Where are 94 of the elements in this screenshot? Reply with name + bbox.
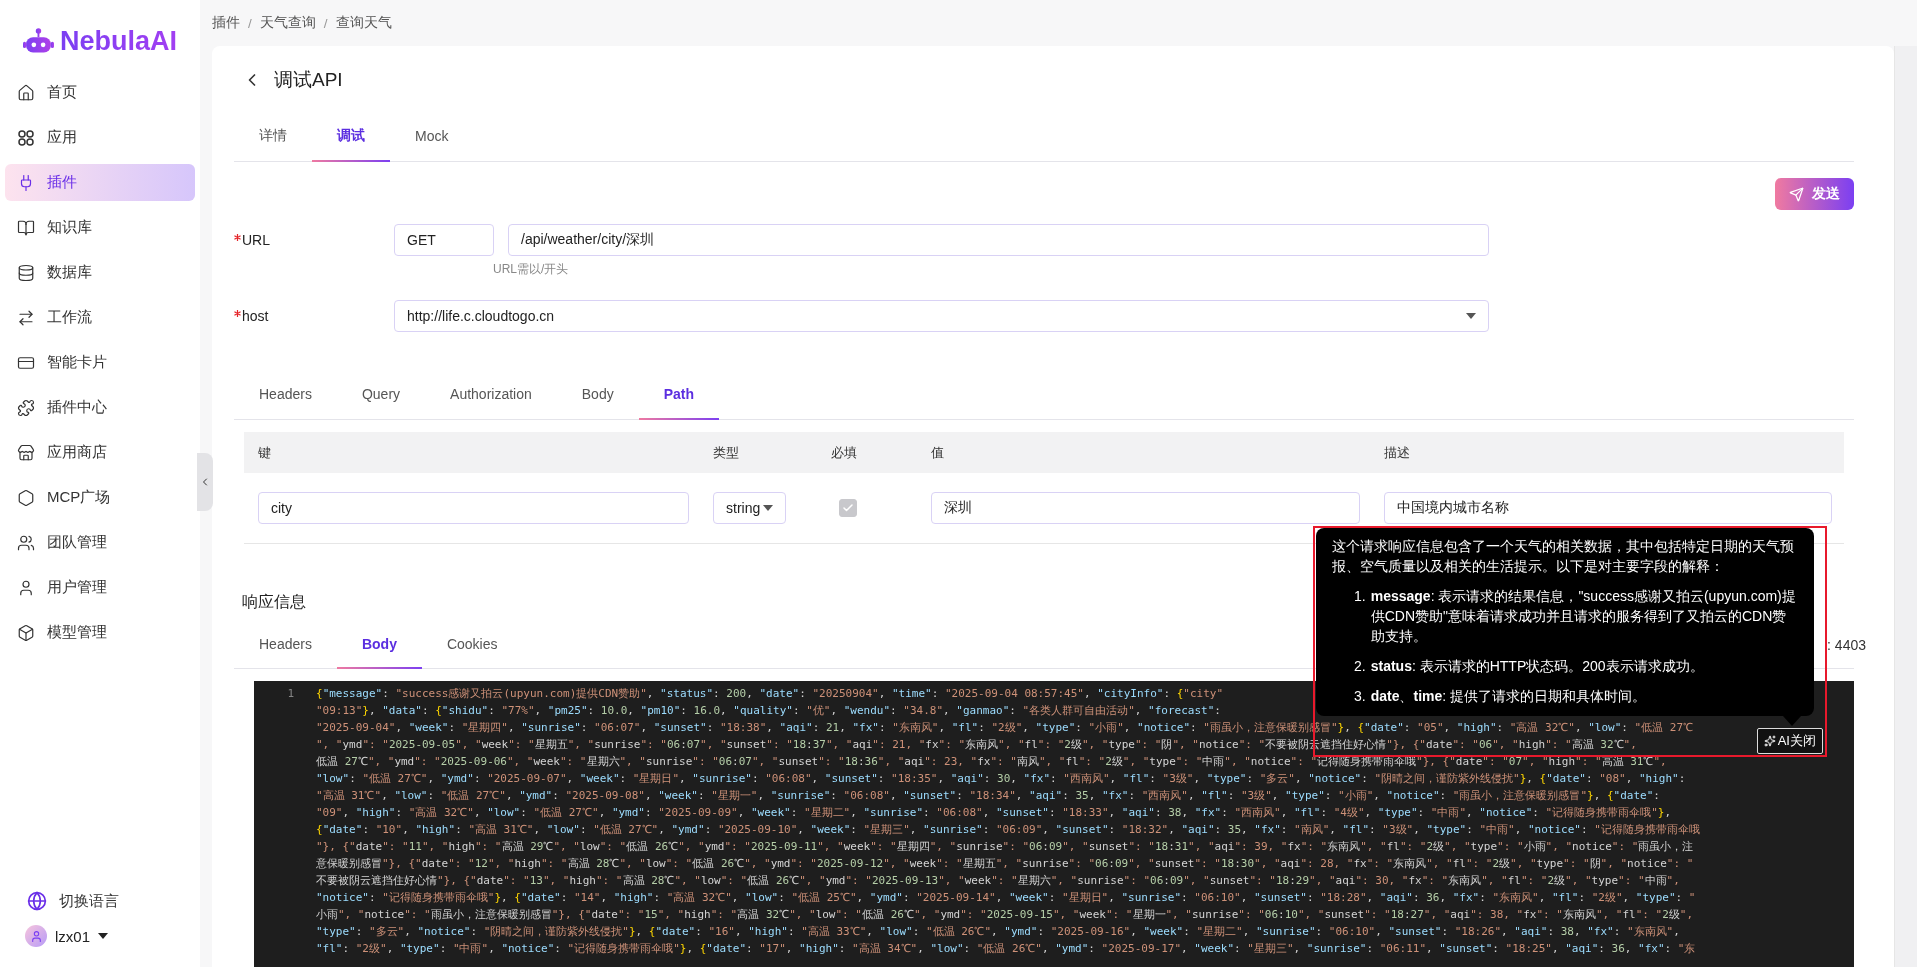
sidebar-item[interactable]: 用户管理	[5, 569, 195, 606]
code-line: "low": "低温 27℃", "ymd": "2025-09-07", "week": "星期日", "sunrise": "06:08", "sunset": "18:35", "aqi": 30, "fx": "西南风", "fl": "3级", "type": "多云", "notice": "阴晴之间，谨防紫外线侵扰"}, {"date": "08", "high":	[316, 771, 1686, 787]
send-button[interactable]: 发送	[1775, 178, 1854, 210]
page-title: 调试API	[274, 68, 343, 92]
users-icon	[17, 533, 35, 552]
list-text: date、time: 提供了请求的日期和具体时间。	[1370, 687, 1647, 706]
database-icon	[17, 263, 35, 282]
sidebar-item[interactable]: 应用	[5, 119, 195, 156]
host-select[interactable]: http://life.c.cloudtogo.cn	[394, 300, 1489, 332]
puzzle-icon	[17, 398, 35, 417]
column-header: 必填	[831, 443, 858, 462]
sidebar-item[interactable]: 知识库	[5, 209, 195, 246]
send-icon	[1789, 186, 1804, 202]
method-field[interactable]: GET	[394, 224, 494, 256]
caret-icon	[1466, 313, 1476, 319]
code-line: "notice": "记得随身携带雨伞哦"}, {"date": "14", "high": "高温 32℃", "low": "低温 25℃", "ymd": "2025-09-14", "week": "星期日", "sunrise": "06:10", "sunset": "18:28", "aqi": 36, "fx": "东南风", "fl": "2级", "type": "	[316, 890, 1696, 906]
caret-icon	[763, 505, 773, 511]
type-select[interactable]: string	[713, 492, 786, 524]
tab[interactable]: 调试	[312, 112, 390, 162]
breadcrumb-separator: /	[323, 15, 328, 31]
popover-text: 这个请求响应信息包含了一个天气的相关数据，其中包括特定日期的天气预报、空气质量以及相关的生活提示。以下是对主要字段的解释：	[1332, 537, 1795, 576]
collapse-handle[interactable]	[197, 453, 213, 511]
avatar	[25, 925, 47, 947]
code-line: 小雨", "notice": "雨虽小，注意保暖别感冒"}, {"date": "15", "high": "高温 32℃", "low": "低温 26℃", "ymd": "2025-09-15", "week": "星期一", "sunrise": "06:10", "sunset": "18:27", "aqi": 38, "fx": "东南风", "fl": "2级",	[316, 907, 1694, 923]
cube-icon	[17, 623, 35, 642]
tab[interactable]: Mock	[390, 112, 474, 162]
user-icon	[17, 578, 35, 597]
code-line: "}, {"date": "11", "high": "高温 29℃", "low": "低温 26℃", "ymd": "2025-09-11", "week": "星期四", "sunrise": "06:09", "sunset": "18:31", "aqi": 39, "fx": "东南风", "fl": "2级", "type": "小雨", "notice": "雨虽小，注	[316, 839, 1694, 855]
sidebar-item[interactable]: 插件中心	[5, 389, 195, 426]
breadcrumb-item[interactable]: 天气查询	[259, 14, 316, 32]
response-meta: : 4403	[1827, 636, 1866, 653]
tab[interactable]: Path	[638, 370, 720, 420]
list-number: 1.	[1354, 587, 1366, 606]
column-header: 描述	[1384, 443, 1411, 462]
code-line: "高温 31℃", "low": "低温 27℃", "ymd": "2025-09-08", "week": "星期一", "sunrise": "06:08", "sunset": "18:34", "aqi": 35, "fx": "西南风", "fl": "3级", "type": "小雨", "notice": "雨虽小，注意保暖别感冒"}, {"date":	[316, 788, 1660, 804]
url-field[interactable]: /api/weather/city/深圳	[508, 224, 1489, 256]
breadcrumb-separator: /	[248, 15, 252, 31]
sidebar-item[interactable]: 工作流	[5, 299, 195, 336]
code-line: 意保暖别感冒"}, {"date": "12", "high": "高温 28℃", "low": "低温 26℃", "ymd": "2025-09-12", "week": "星期五", "sunrise": "06:09", "sunset": "18:30", "aqi": 28, "fx": "东南风", "fl": "2级", "type": "阴", "notice": "	[316, 856, 1694, 872]
tab[interactable]: Authorization	[425, 370, 557, 420]
user-menu[interactable]: lzx01	[5, 919, 195, 953]
scrollbar[interactable]	[1894, 46, 1917, 967]
ai-close-button[interactable]: AI关闭	[1756, 728, 1823, 754]
book-icon	[17, 218, 35, 237]
sidebar-item[interactable]: 插件	[5, 164, 195, 201]
key-field[interactable]: city	[258, 492, 689, 524]
code-line: "fl": "2级", "type": "中雨", "notice": "记得随身携带雨伞哦"}, {"date": "17", "high": "高温 34℃", "low": "低温 26℃", "ymd": "2025-09-17", "week": "星期三", "sunrise": "06:11", "sunset": "18:25", "aqi": 36, "fx": "东	[316, 941, 1696, 957]
code-line: {"message": "success感谢又拍云(upyun.com)提供CDN赞助", "status": 200, "date": "20250904", "time": "2025-09-04 08:57:45", "cityInfo": {"city"	[316, 686, 1224, 702]
language-menu-item[interactable]: 切换语言	[5, 883, 195, 919]
hexagon-icon	[17, 488, 35, 507]
line-number: 1	[286, 686, 295, 702]
tab[interactable]: 详情	[234, 112, 312, 162]
code-line: "09:13"}, "data": {"shidu": "77%", "pm25": 10.0, "pm10": 16.0, "quality": "优", "wendu": "34.8", "ganmao": "各类人群可自由活动", "forecast":	[316, 703, 1221, 719]
list-number: 2.	[1354, 657, 1366, 676]
list-text: status: 表示请求的HTTP状态码。200表示请求成功。	[1370, 657, 1704, 676]
breadcrumb-item[interactable]: 查询天气	[335, 14, 392, 32]
code-line: "09", "high": "高温 32℃", "low": "低温 27℃", "ymd": "2025-09-09", "week": "星期二", "sunrise": "06:08", "sunset": "18:33", "aqi": 38, "fx": "西南风", "fl": "4级", "type": "中雨", "notice": "记得随身携带雨伞哦"},	[316, 805, 1672, 821]
list-number: 3.	[1354, 687, 1366, 706]
sidebar-item[interactable]: 首页	[5, 74, 195, 111]
description-field[interactable]: 中国境内城市名称	[1384, 492, 1832, 524]
tab[interactable]: Headers	[234, 370, 337, 420]
field-label: URL	[234, 224, 394, 256]
home-icon	[17, 83, 35, 102]
caret-icon	[98, 933, 109, 939]
code-line: "type": "多云", "notice": "阴晴之间，谨防紫外线侵扰"}, {"date": "16", "high": "高温 33℃", "low": "低温 26℃", "ymd": "2025-09-16", "week": "星期二", "sunrise": "06:10", "sunset": "18:26", "aqi": 38, "fx": "东南风",	[316, 924, 1680, 940]
sidebar-item[interactable]: 数据库	[5, 254, 195, 291]
value-field[interactable]: 深圳	[931, 492, 1360, 524]
sparkle-icon	[1763, 735, 1776, 747]
column-header: 值	[931, 443, 945, 462]
list-text: message: 表示请求的结果信息，"success感谢又拍云(upyun.com)提供CDN赞助"意味着请求成功并且请求的服务得到了又拍云的CDN赞助支持。	[1370, 587, 1797, 646]
tab[interactable]: Cookies	[421, 621, 523, 669]
grid-icon	[17, 128, 35, 147]
arrows-icon	[17, 308, 35, 327]
sidebar-item[interactable]: 团队管理	[5, 524, 195, 561]
sidebar-item[interactable]: 智能卡片	[5, 344, 195, 381]
tab[interactable]: Headers	[234, 621, 337, 669]
tab[interactable]: Body	[556, 370, 639, 420]
field-label: host	[234, 300, 394, 332]
required-checkbox[interactable]	[839, 499, 857, 517]
section-title: 响应信息	[242, 592, 306, 612]
sidebar-item[interactable]: 应用商店	[5, 434, 195, 471]
field-hint: URL需以/开头	[493, 261, 569, 278]
column-header: 类型	[713, 443, 740, 462]
store-icon	[17, 443, 35, 462]
tab[interactable]: Body	[336, 621, 422, 669]
globe-icon	[27, 891, 47, 911]
tab[interactable]: Query	[336, 370, 426, 420]
breadcrumb-item[interactable]: 插件	[212, 14, 240, 32]
sidebar-item[interactable]: 模型管理	[5, 614, 195, 651]
sidebar-item[interactable]: MCP广场	[5, 479, 195, 516]
column-header: 键	[258, 443, 272, 462]
code-line: 不要被阴云遮挡住好心情"}, {"date": "13", "high": "高温 28℃", "low": "低温 26℃", "ymd": "2025-09-13", "week": "星期六", "sunrise": "06:09", "sunset": "18:29", "aqi": 30, "fx": "东南风", "fl": "2级", "type": "中雨",	[316, 873, 1680, 889]
code-line: {"date": "10", "high": "高温 31℃", "low": "低温 27℃", "ymd": "2025-09-10", "week": "星期三", "sunrise": "06:09", "sunset": "18:32", "aqi": 35, "fx": "南风", "fl": "3级", "type": "中雨", "notice": "记得随身携带雨伞哦	[316, 822, 1700, 838]
check-icon	[842, 502, 854, 514]
